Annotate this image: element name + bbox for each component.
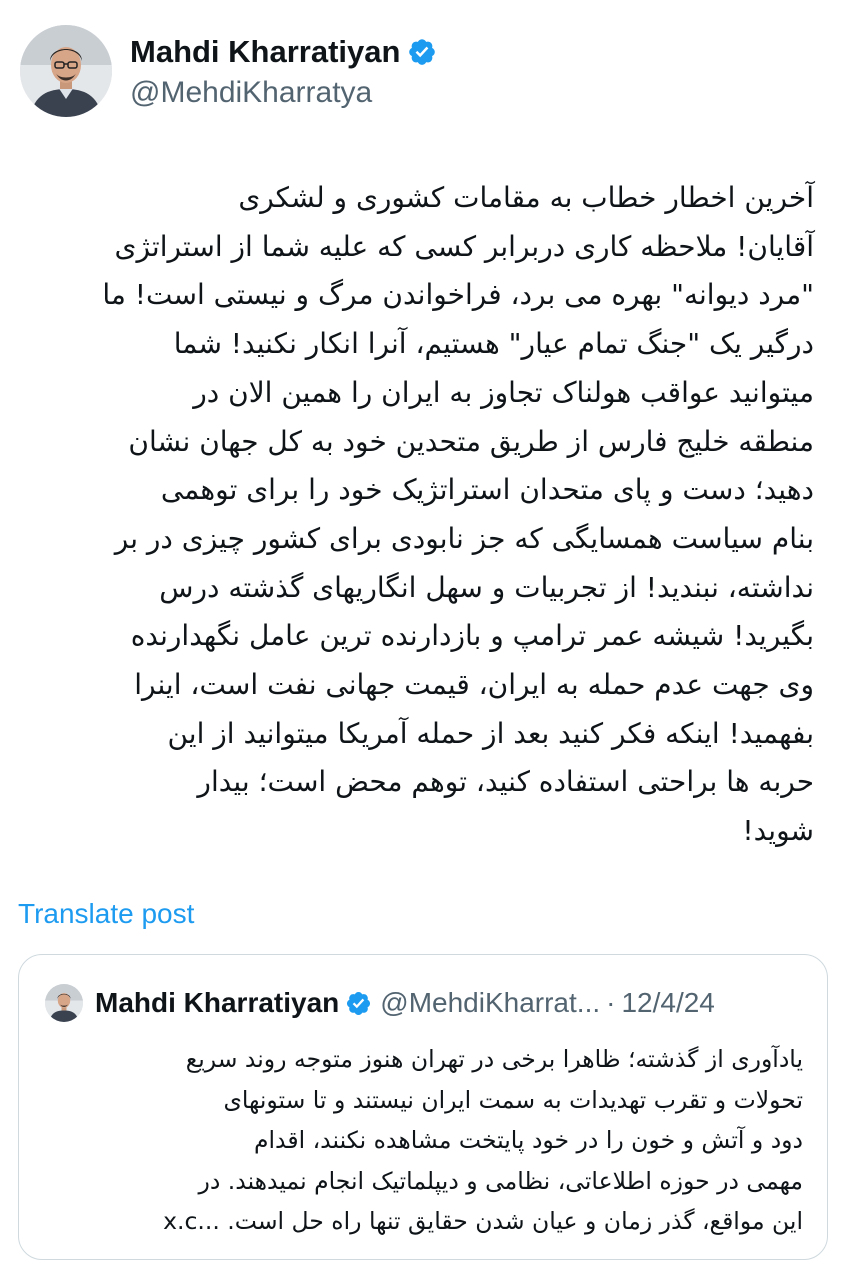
- post-text: آخرین اخطار خطاب به مقامات کشوری و لشکری…: [16, 174, 814, 856]
- quoted-post-header: Mahdi Kharratiyan @MehdiKharrat... · 12/…: [45, 983, 715, 1023]
- verified-badge-icon: [345, 990, 372, 1017]
- quoted-post-card[interactable]: Mahdi Kharratiyan @MehdiKharrat... · 12/…: [18, 954, 828, 1260]
- author-block: Mahdi Kharratiyan @MehdiKharratya: [130, 32, 437, 110]
- translate-post-link[interactable]: Translate post: [18, 898, 194, 930]
- post-header: Mahdi Kharratiyan @MehdiKharratya: [20, 22, 828, 122]
- post-text-line: نداشته، نبندید! از تجربیات و سهل انگاریه…: [159, 570, 814, 604]
- post-text-line: شوید!: [742, 814, 814, 848]
- post-text-line: حربه ها براحتی استفاده کنید، توهم محض اس…: [197, 765, 814, 799]
- post-text-line: آخرین اخطار خطاب به مقامات کشوری و لشکری: [238, 181, 814, 214]
- post-text-line: میتوانید عواقب هولناک تجاوز به ایران را …: [193, 375, 814, 409]
- quoted-avatar[interactable]: [45, 984, 83, 1022]
- quoted-text-line: مهمی در حوزه اطلاعاتی، نظامی و دیپلماتیک…: [198, 1166, 803, 1195]
- quoted-text-line: دود و آتش و خون را در خود پایتخت مشاهده …: [253, 1126, 803, 1154]
- post-text-line: دهید؛ دست و پای متحدان استراتژیک خود را …: [160, 473, 814, 507]
- post-text-line: درگیر یک "جنگ تمام عیار" هستیم، آنرا انک…: [173, 327, 814, 361]
- author-handle[interactable]: @MehdiKharratya: [130, 76, 437, 110]
- separator-dot: ·: [606, 987, 616, 1018]
- post-text-line: بفهمید! اینکه فکر کنید بعد از حمله آمریک…: [167, 716, 814, 750]
- quoted-post-text: یادآوری از گذشته؛ ظاهرا برخی در تهران هن…: [43, 1039, 803, 1242]
- quoted-text-line: تحولات و تقرب تهدیدات به سمت ایران نیستن…: [223, 1085, 803, 1114]
- post-text-line: "مرد دیوانه" بهره می برد، فراخواندن مرگ …: [102, 278, 814, 312]
- name-row: Mahdi Kharratiyan: [130, 32, 437, 72]
- author-display-name[interactable]: Mahdi Kharratiyan: [130, 34, 400, 70]
- verified-badge-icon[interactable]: [407, 37, 437, 67]
- quoted-text-line: یادآوری از گذشته؛ ظاهرا برخی در تهران هن…: [185, 1045, 803, 1073]
- quoted-author-display-name[interactable]: Mahdi Kharratiyan: [95, 987, 339, 1019]
- quoted-author-handle[interactable]: @MehdiKharrat...: [380, 987, 600, 1019]
- post-text-line: بنام سیاست همسایگی که جز نابودی برای کشو…: [114, 521, 814, 555]
- post-text-line: بگیرید! شیشه عمر ترامپ و بازدارنده ترین …: [130, 619, 814, 653]
- post-text-line: منطقه خلیج فارس از طریق متحدین خود به کل…: [128, 424, 814, 458]
- post-text-line: آقایان! ملاحظه کاری دربرابر کسی که علیه …: [114, 229, 814, 263]
- avatar[interactable]: [20, 25, 112, 117]
- post-text-line: وی جهت عدم حمله به ایران، قیمت جهانی نفت…: [134, 668, 814, 702]
- quoted-text-line: این مواقع، گذر زمان و عیان شدن حقایق تنه…: [163, 1207, 803, 1235]
- quoted-post-date[interactable]: 12/4/24: [621, 987, 714, 1019]
